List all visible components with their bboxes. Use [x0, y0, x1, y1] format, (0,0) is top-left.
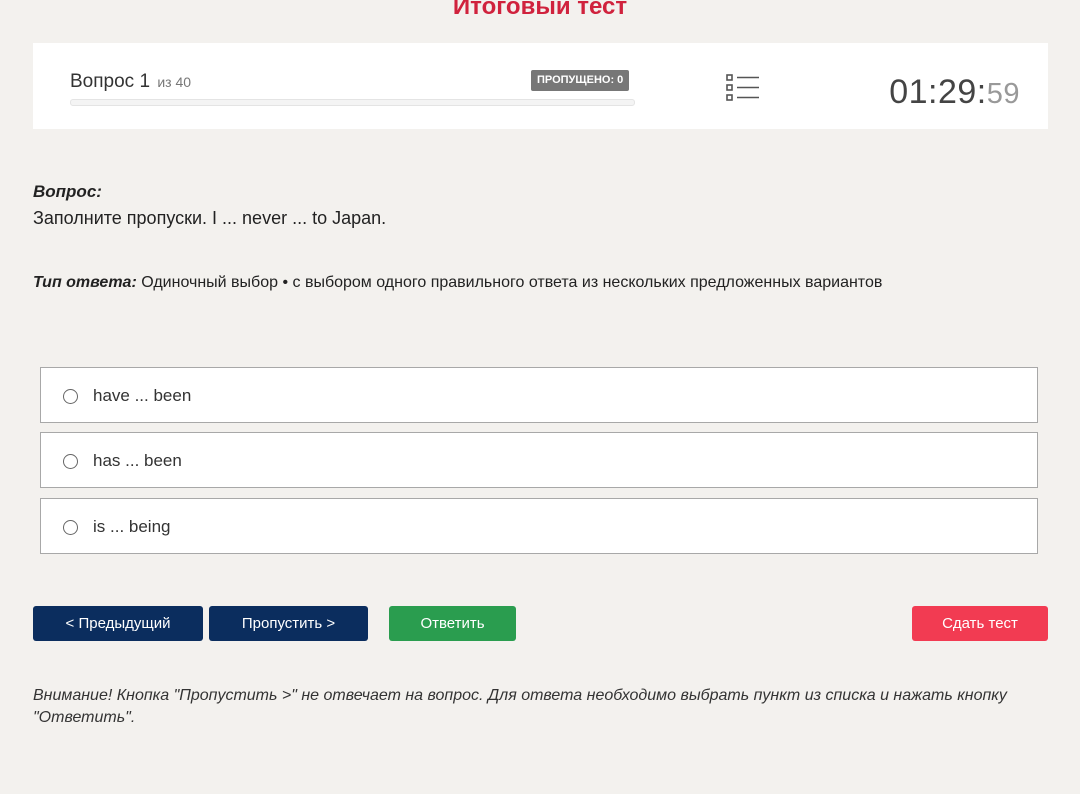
timer-seconds: 59	[986, 78, 1020, 110]
answer-option[interactable]: is ... being	[40, 498, 1038, 554]
skip-notice: Внимание! Кнопка "Пропустить >" не отвеч…	[33, 687, 1007, 726]
answer-type: Тип ответа: Одиночный выбор • с выбором …	[33, 274, 882, 292]
radio-button[interactable]	[63, 520, 78, 535]
question-number: 1	[139, 71, 151, 92]
radio-button[interactable]	[63, 454, 78, 469]
question-label: Вопрос:	[33, 182, 102, 201]
question-counter: Вопрос 1 из 40	[70, 71, 191, 93]
answer-option-label: have ... been	[93, 386, 192, 405]
progress-bar	[70, 99, 635, 106]
answer-button[interactable]: Ответить	[389, 606, 516, 641]
answer-option[interactable]: have ... been	[40, 367, 1038, 423]
question-total: из 40	[157, 74, 192, 90]
countdown-timer: 01:29:59	[889, 73, 1020, 112]
question-text: Заполните пропуски. I ... never ... to J…	[33, 208, 387, 228]
finish-test-button[interactable]: Сдать тест	[912, 606, 1048, 641]
previous-button[interactable]: < Предыдущий	[33, 606, 203, 641]
list-icon[interactable]	[725, 72, 761, 106]
answer-type-text: Одиночный выбор • с выбором одного прави…	[141, 274, 883, 291]
skip-button[interactable]: Пропустить >	[209, 606, 368, 641]
page-title: Итоговый тест	[452, 0, 628, 20]
timer-main: 01:29:	[889, 73, 987, 111]
radio-button[interactable]	[63, 389, 78, 404]
answer-type-label: Тип ответа:	[33, 274, 137, 291]
question-header-card: Вопрос 1 из 40 ПРОПУЩЕНО: 0 01:29:59	[33, 43, 1048, 129]
answer-option-label: has ... been	[93, 451, 182, 470]
answer-option-label: is ... being	[93, 517, 171, 536]
skipped-badge: ПРОПУЩЕНО: 0	[531, 70, 630, 91]
answer-option[interactable]: has ... been	[40, 432, 1038, 488]
question-word: Вопрос	[70, 71, 135, 92]
